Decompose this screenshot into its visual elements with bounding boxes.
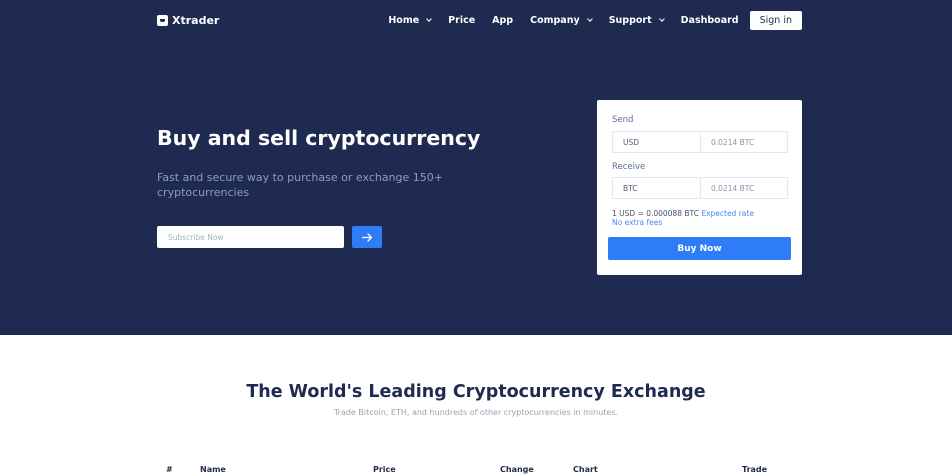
nav-label-price: Price xyxy=(448,14,476,26)
column-header-change[interactable]: Change xyxy=(500,465,534,474)
hero-section: Xtrader Home Price App Company Support D… xyxy=(0,0,952,335)
column-header-chart: Chart xyxy=(573,465,598,474)
nav-item-support[interactable]: Support xyxy=(608,14,665,26)
market-title: The World's Leading Cryptocurrency Excha… xyxy=(246,382,706,402)
chevron-down-icon xyxy=(658,15,665,22)
rate-text: 1 USD = 0.000088 BTC xyxy=(612,209,699,218)
send-amount-input[interactable]: 0.0214 BTC xyxy=(700,132,787,152)
send-label: Send xyxy=(612,115,634,125)
column-header-price[interactable]: Price xyxy=(373,465,396,474)
exchange-card: Send USD 0.0214 BTC Receive BTC 0.0214 B… xyxy=(597,100,802,275)
nav-item-dashboard[interactable]: Dashboard xyxy=(681,15,739,26)
no-fees-note: No extra fees xyxy=(612,218,663,227)
column-header-name[interactable]: Name xyxy=(200,465,226,474)
subscribe-input[interactable] xyxy=(157,226,344,248)
hero-title: Buy and sell cryptocurrency xyxy=(157,126,481,150)
nav-item-home[interactable]: Home xyxy=(388,14,433,26)
column-header-trade: Trade xyxy=(742,465,768,474)
expected-rate-link[interactable]: Expected rate xyxy=(701,209,754,218)
receive-label: Receive xyxy=(612,162,646,172)
hero-subtitle: Fast and secure way to purchase or excha… xyxy=(157,171,443,199)
nav-label-dashboard: Dashboard xyxy=(680,14,739,26)
nav-label-home: Home xyxy=(388,14,420,26)
subscribe-submit-button[interactable] xyxy=(352,226,382,248)
chevron-down-icon xyxy=(586,15,593,22)
receive-field: BTC 0.0214 BTC xyxy=(612,177,788,199)
nav-label-company: Company xyxy=(530,14,580,26)
nav-item-price[interactable]: Price xyxy=(448,15,475,26)
send-field: USD 0.0214 BTC xyxy=(612,131,788,153)
send-currency-select[interactable]: USD xyxy=(613,132,700,152)
main-nav: Home Price App Company Support Dashboard… xyxy=(371,10,802,30)
nav-item-company[interactable]: Company xyxy=(530,14,593,26)
receive-currency-select[interactable]: BTC xyxy=(613,178,700,198)
column-header-rank: # xyxy=(166,465,173,474)
sign-in-button[interactable]: Sign in xyxy=(749,10,802,30)
receive-amount-input[interactable]: 0.0214 BTC xyxy=(700,178,787,198)
nav-item-app[interactable]: App xyxy=(492,15,513,26)
logo-icon xyxy=(157,14,168,26)
arrow-right-icon xyxy=(361,232,372,242)
nav-label-app: App xyxy=(492,14,514,26)
buy-now-button[interactable]: Buy Now xyxy=(608,237,791,260)
brand-logo[interactable]: Xtrader xyxy=(157,12,219,28)
market-subtitle: Trade Bitcoin, ETH, and hundreds of othe… xyxy=(333,408,619,417)
brand-name: Xtrader xyxy=(172,13,220,27)
chevron-down-icon xyxy=(426,15,433,22)
nav-label-support: Support xyxy=(608,14,652,26)
